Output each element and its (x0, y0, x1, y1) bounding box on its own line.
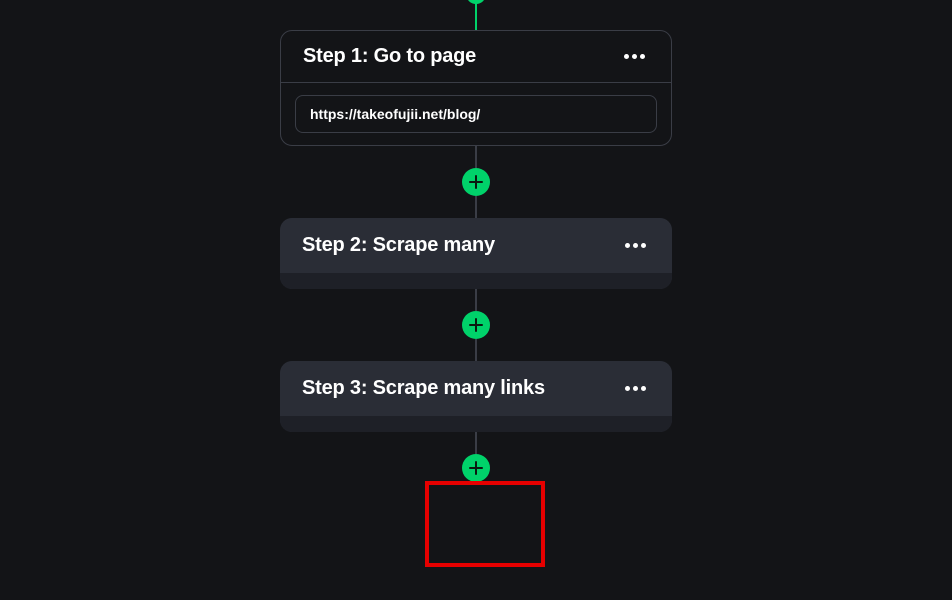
more-button-step-2[interactable] (621, 239, 650, 252)
step-card-3[interactable]: Step 3: Scrape many links (280, 361, 672, 432)
dot-icon (625, 243, 630, 248)
dot-icon (641, 243, 646, 248)
plus-icon (469, 461, 483, 475)
step-body-1 (281, 82, 671, 145)
step-title-3: Step 3: Scrape many links (302, 377, 545, 400)
step-header-3: Step 3: Scrape many links (280, 361, 672, 416)
connector-start (475, 2, 477, 30)
plus-icon (469, 175, 483, 189)
connector-1-2b (475, 196, 477, 218)
step-body-3 (280, 416, 672, 432)
more-button-step-1[interactable] (620, 50, 649, 63)
add-step-button-1[interactable] (462, 168, 490, 196)
plus-icon (469, 318, 483, 332)
dot-icon (641, 386, 646, 391)
dot-icon (633, 386, 638, 391)
add-step-button-3[interactable] (462, 454, 490, 482)
connector-1-2 (475, 146, 477, 168)
dot-icon (632, 54, 637, 59)
step-header-1: Step 1: Go to page (281, 31, 671, 82)
dot-icon (625, 386, 630, 391)
step-title-1: Step 1: Go to page (303, 45, 476, 68)
connector-2-3 (475, 289, 477, 311)
connector-3-end (475, 432, 477, 454)
more-button-step-3[interactable] (621, 382, 650, 395)
workflow-canvas: Step 1: Go to page Step 2: Scrape many (0, 0, 952, 600)
step-title-2: Step 2: Scrape many (302, 234, 495, 257)
url-input[interactable] (295, 95, 657, 133)
step-body-2 (280, 273, 672, 289)
add-step-button-2[interactable] (462, 311, 490, 339)
step-card-2[interactable]: Step 2: Scrape many (280, 218, 672, 289)
start-node (466, 0, 486, 4)
step-header-2: Step 2: Scrape many (280, 218, 672, 273)
dot-icon (624, 54, 629, 59)
step-card-1[interactable]: Step 1: Go to page (280, 30, 672, 146)
dot-icon (633, 243, 638, 248)
connector-2-3b (475, 339, 477, 361)
dot-icon (640, 54, 645, 59)
